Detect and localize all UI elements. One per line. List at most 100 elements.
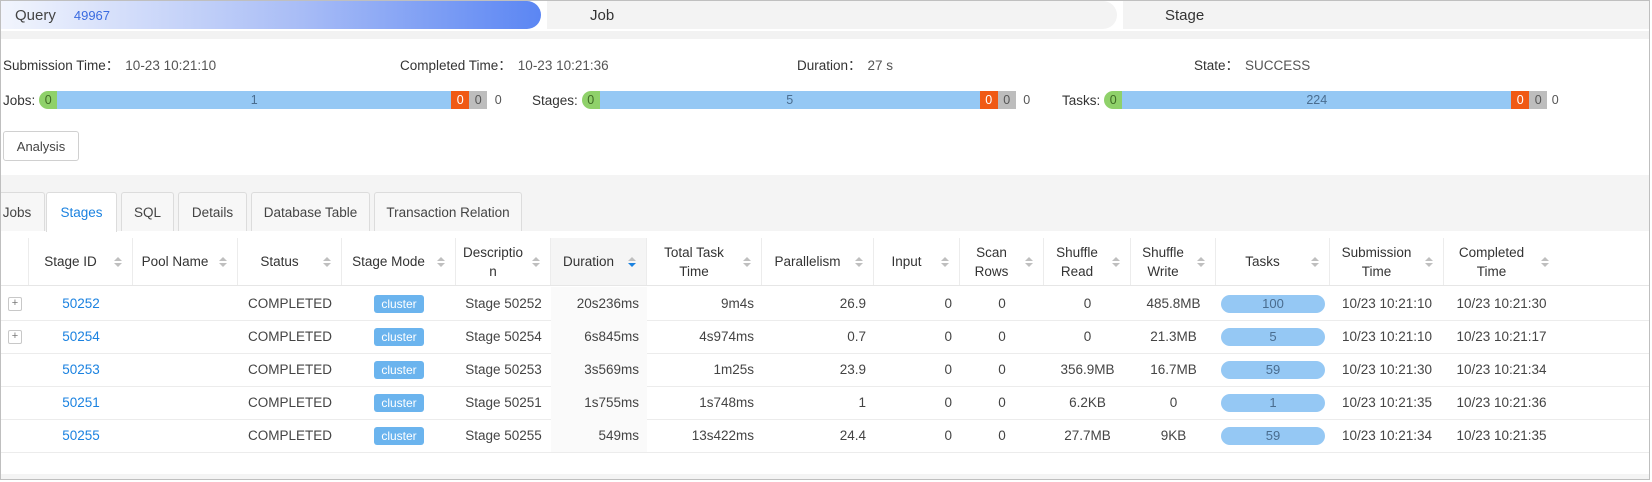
th-stage-mode[interactable]: Stage Mode (342, 238, 456, 285)
jobs-succeeded: 0 (39, 91, 58, 109)
th-shuffle-write-line1: Shuffle (1142, 244, 1184, 260)
sort-icon[interactable] (1423, 256, 1435, 267)
th-shuffle-write[interactable]: Shuffle Write (1131, 238, 1216, 285)
row-expander-cell: + (1, 287, 29, 320)
tab-jobs-label: Jobs (2, 204, 32, 220)
cell-shuffle-write: 485.8MB (1146, 296, 1201, 311)
cell-stage-mode: cluster (342, 419, 456, 452)
sort-icon[interactable] (112, 256, 124, 267)
cell-shuffle-read: 27.7MB (1064, 428, 1111, 443)
th-scan-rows[interactable]: Scan Rows (960, 238, 1044, 285)
table-row[interactable]: 50255 COMPLETED cluster Stage 50255 549m… (1, 419, 1649, 453)
stages-running: 5 (599, 91, 980, 109)
sort-icon[interactable] (853, 256, 865, 267)
query-steps: Stage Job Query 49967 (1, 1, 1649, 31)
th-status-label: Status (260, 254, 299, 269)
tab-database-table[interactable]: Database Table (251, 192, 370, 231)
th-status[interactable]: Status (238, 238, 342, 285)
table-row[interactable]: + 50252 COMPLETED cluster Stage 50252 20… (1, 287, 1649, 321)
th-pool-name-label: Pool Name (141, 254, 209, 269)
submission-time: Submission Time： 10-23 10:21:10 (3, 54, 216, 74)
sort-icon[interactable] (1309, 256, 1321, 267)
th-submission-time-label: Submission Time (1330, 243, 1423, 281)
expand-icon[interactable]: + (8, 329, 22, 344)
sort-icon[interactable] (1110, 256, 1122, 267)
step-job[interactable]: Job (547, 1, 1117, 29)
row-expander-cell (1, 353, 29, 386)
th-stage-id[interactable]: Stage ID (29, 238, 133, 285)
th-submission-time[interactable]: Submission Time (1330, 238, 1444, 285)
stages-progress-bar[interactable]: 0 5 0 0 0 (581, 91, 1038, 109)
sort-icon[interactable] (741, 256, 753, 267)
th-duration[interactable]: Duration (551, 238, 647, 285)
tasks-progress-label: Tasks: (1062, 92, 1101, 108)
cell-description: Stage 50254 (465, 329, 542, 344)
stage-id-link[interactable]: 50251 (62, 395, 100, 410)
cell-total-task-time: 9m4s (720, 296, 754, 311)
stage-id-link[interactable]: 50253 (62, 362, 100, 377)
cell-input: 0 (944, 329, 952, 344)
query-id[interactable]: 49967 (74, 8, 110, 23)
sort-icon[interactable] (321, 256, 333, 267)
th-description-label: Descriptio n (456, 243, 530, 281)
th-scan-rows-label: Scan Rows (960, 243, 1023, 281)
cell-completed-time: 10/23 10:21:17 (1456, 329, 1547, 344)
th-completed-time[interactable]: Completed Time (1444, 238, 1559, 285)
th-parallelism-label: Parallelism (774, 254, 841, 269)
th-pool-name[interactable]: Pool Name (133, 238, 238, 285)
sort-icon[interactable] (939, 256, 951, 267)
th-shuffle-read-label: Shuffle Read (1044, 243, 1110, 281)
cell-completed-time: 10/23 10:21:34 (1456, 362, 1547, 377)
duration-label: Duration： (797, 58, 862, 73)
stage-id-link[interactable]: 50255 (62, 428, 100, 443)
stage-mode-tag: cluster (374, 360, 424, 379)
sort-icon[interactable] (1539, 256, 1551, 267)
sort-icon[interactable] (1195, 256, 1207, 267)
stage-id-link[interactable]: 50254 (62, 329, 100, 344)
table-row[interactable]: + 50254 COMPLETED cluster Stage 50254 6s… (1, 320, 1649, 354)
cell-completed-time: 10/23 10:21:30 (1456, 296, 1547, 311)
cell-status: COMPLETED (247, 329, 332, 344)
horizontal-scrollbar[interactable] (1, 474, 1649, 479)
tab-details[interactable]: Details (178, 192, 247, 231)
tab-stages[interactable]: Stages (46, 192, 117, 232)
tasks-progress-bar[interactable]: 0 224 0 0 0 (1104, 91, 1563, 109)
stages-pending: 0 (1023, 93, 1031, 107)
step-stage[interactable]: Stage (1123, 1, 1649, 29)
cell-stage-mode: cluster (342, 353, 456, 386)
sort-icon[interactable] (217, 256, 229, 267)
sort-desc-icon[interactable] (626, 256, 638, 267)
sort-icon[interactable] (435, 256, 447, 267)
cell-stage-id: 50253 (29, 353, 133, 386)
expand-icon[interactable]: + (8, 296, 22, 311)
cell-completed-time: 10/23 10:21:35 (1456, 428, 1547, 443)
jobs-progress-bar[interactable]: 0 1 0 0 0 (39, 91, 509, 109)
step-query[interactable]: Query 49967 (1, 1, 541, 29)
th-tasks[interactable]: Tasks (1216, 238, 1330, 285)
sort-icon[interactable] (530, 256, 542, 267)
sort-icon[interactable] (1023, 256, 1035, 267)
th-submission-time-line1: Submission (1341, 244, 1412, 260)
table-row[interactable]: 50251 COMPLETED cluster Stage 50251 1s75… (1, 386, 1649, 420)
row-expander-cell (1, 386, 29, 419)
table-row[interactable]: 50253 COMPLETED cluster Stage 50253 3s56… (1, 353, 1649, 387)
th-description[interactable]: Descriptio n (456, 238, 551, 285)
th-shuffle-read[interactable]: Shuffle Read (1044, 238, 1131, 285)
cell-parallelism: 1 (858, 395, 866, 410)
tab-transaction-relation[interactable]: Transaction Relation (374, 192, 522, 231)
tab-transaction-relation-label: Transaction Relation (386, 204, 510, 220)
analysis-button[interactable]: Analysis (3, 131, 79, 161)
step-job-label: Job (590, 6, 615, 24)
th-parallelism[interactable]: Parallelism (762, 238, 874, 285)
tab-jobs[interactable]: Jobs (1, 192, 45, 231)
tab-sql[interactable]: SQL (121, 192, 174, 231)
tasks-bar: 59 (1221, 426, 1325, 445)
cell-pool-name (133, 320, 238, 353)
th-input[interactable]: Input (874, 238, 960, 285)
stage-mode-tag: cluster (374, 327, 424, 346)
stage-id-link[interactable]: 50252 (62, 296, 100, 311)
th-total-task-time[interactable]: Total Task Time (647, 238, 762, 285)
th-tasks-label: Tasks (1245, 254, 1280, 269)
step-query-label: Query (15, 6, 56, 24)
cell-submission-time: 10/23 10:21:34 (1341, 428, 1433, 443)
